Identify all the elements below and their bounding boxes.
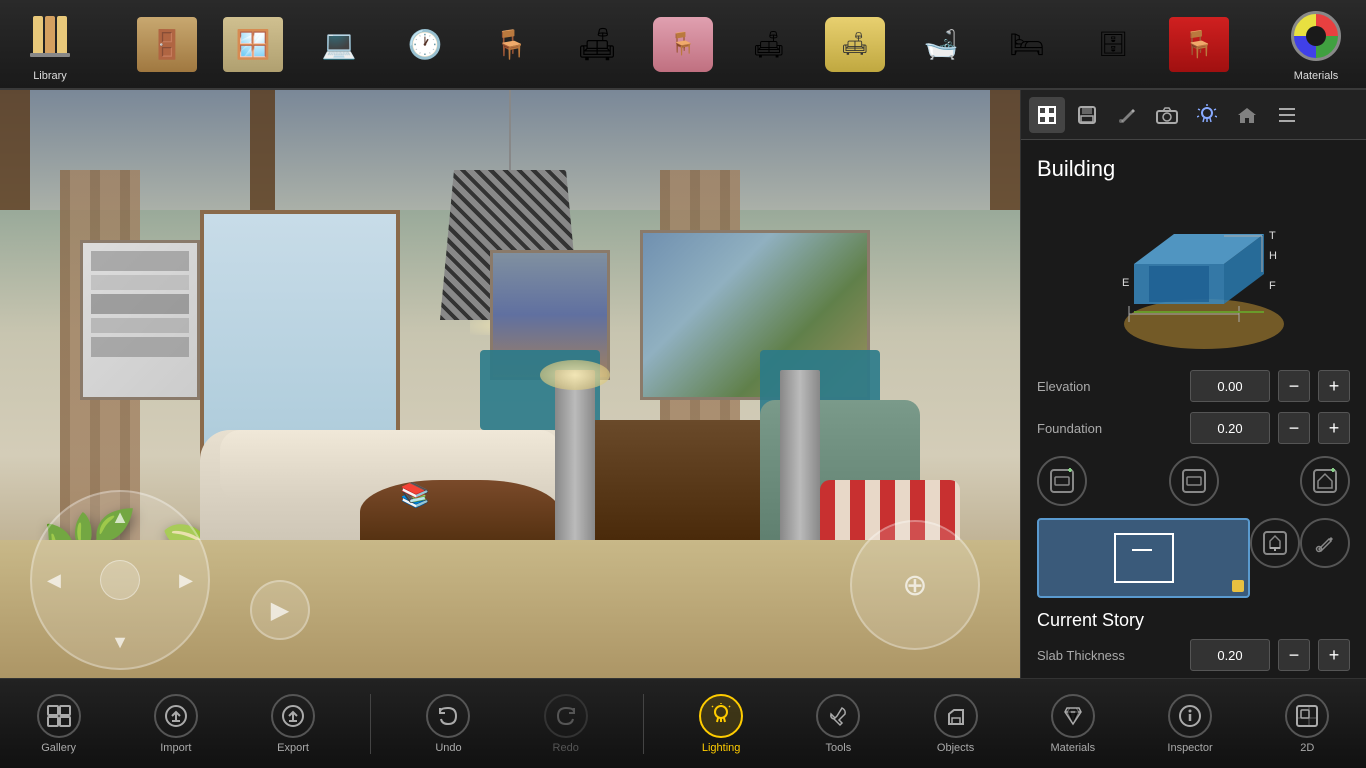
slab-minus[interactable]: − bbox=[1278, 639, 1310, 671]
materials-bottom-button[interactable]: Materials bbox=[1033, 694, 1113, 754]
elevation-value[interactable]: 0.00 bbox=[1190, 370, 1270, 402]
panel-toolbar bbox=[1021, 90, 1366, 140]
svg-text:H: H bbox=[1269, 250, 1277, 262]
tool-paint[interactable] bbox=[1109, 97, 1145, 133]
bottom-bar: Gallery Import Export bbox=[0, 678, 1366, 768]
floor-lamp-left-shade bbox=[540, 360, 610, 390]
inspector-button[interactable]: Inspector bbox=[1150, 694, 1230, 754]
furniture-bathtub[interactable]: 🛁 bbox=[901, 9, 981, 79]
export-icon bbox=[271, 694, 315, 738]
navigation-joystick[interactable]: ▲ ▼ ◀ ▶ bbox=[30, 490, 210, 670]
foundation-minus[interactable]: − bbox=[1278, 412, 1310, 444]
elevation-row: Elevation 0.00 − + bbox=[1037, 370, 1350, 402]
slab-plus[interactable]: + bbox=[1318, 639, 1350, 671]
tool-camera[interactable] bbox=[1149, 97, 1185, 133]
top-bar: Library 🚪 🪟 💻 🕐 🪑 🛋 🪑 🛋 🛋 bbox=[0, 0, 1366, 90]
right-panel: Building T H E F bbox=[1020, 90, 1366, 700]
redo-button[interactable]: Redo bbox=[526, 694, 606, 754]
furniture-shelf: 🚪 🪟 💻 🕐 🪑 🛋 🪑 🛋 🛋 🛁 🛏 bbox=[90, 9, 1276, 79]
furniture-chair-red[interactable]: 🪑 bbox=[471, 9, 551, 79]
object-action-buttons-2 bbox=[1037, 518, 1350, 598]
lighting-button[interactable]: Lighting bbox=[681, 694, 761, 754]
current-story-title: Current Story bbox=[1037, 610, 1350, 631]
foundation-label: Foundation bbox=[1037, 421, 1182, 436]
tool-home[interactable] bbox=[1229, 97, 1265, 133]
building-title: Building bbox=[1037, 156, 1350, 182]
foundation-plus[interactable]: + bbox=[1318, 412, 1350, 444]
floor-select-button[interactable] bbox=[1169, 456, 1219, 506]
furniture-bed[interactable]: 🛏 bbox=[987, 9, 1067, 79]
objects-button[interactable]: Objects bbox=[916, 694, 996, 754]
tool-save[interactable] bbox=[1069, 97, 1105, 133]
slab-thickness-value[interactable]: 0.20 bbox=[1190, 639, 1270, 671]
foundation-row: Foundation 0.20 − + bbox=[1037, 412, 1350, 444]
materials-bottom-icon bbox=[1051, 694, 1095, 738]
add-floor-button[interactable] bbox=[1037, 456, 1087, 506]
import-button[interactable]: Import bbox=[136, 694, 216, 754]
furniture-chair-pink[interactable]: 🪑 bbox=[643, 9, 723, 79]
furniture-laptop[interactable]: 💻 bbox=[299, 9, 379, 79]
books: 📚 bbox=[400, 481, 430, 510]
tools-icon bbox=[816, 694, 860, 738]
objects-icon bbox=[934, 694, 978, 738]
2d-icon bbox=[1285, 694, 1329, 738]
forward-button[interactable]: ▶ bbox=[250, 580, 310, 640]
slab-thickness-label: Slab Thickness bbox=[1037, 648, 1182, 663]
gallery-icon bbox=[37, 694, 81, 738]
tools-button[interactable]: Tools bbox=[798, 694, 878, 754]
furniture-armchair-yellow[interactable]: 🛋 bbox=[557, 9, 637, 79]
furniture-door[interactable]: 🚪 bbox=[127, 9, 207, 79]
rotation-control[interactable]: ⊕ bbox=[850, 520, 980, 650]
divider-2 bbox=[643, 694, 644, 754]
export-button[interactable]: Export bbox=[253, 694, 333, 754]
lighting-icon bbox=[699, 694, 743, 738]
library-button[interactable]: Library bbox=[10, 6, 90, 82]
2d-button[interactable]: 2D bbox=[1267, 694, 1347, 754]
artwork-left bbox=[80, 240, 200, 400]
svg-text:E: E bbox=[1122, 277, 1129, 289]
inspector-icon bbox=[1168, 694, 1212, 738]
redo-icon bbox=[544, 694, 588, 738]
import-icon bbox=[154, 694, 198, 738]
furniture-sofa-pink[interactable]: 🛋 bbox=[729, 9, 809, 79]
floor-plan-thumbnail[interactable] bbox=[1037, 518, 1250, 598]
stamp-button[interactable] bbox=[1250, 518, 1300, 568]
divider-1 bbox=[370, 694, 371, 754]
svg-text:F: F bbox=[1269, 280, 1276, 292]
undo-icon bbox=[426, 694, 470, 738]
furniture-clock[interactable]: 🕐 bbox=[385, 9, 465, 79]
furniture-chair2[interactable]: 🪑 bbox=[1159, 9, 1239, 79]
elevation-minus[interactable]: − bbox=[1278, 370, 1310, 402]
furniture-dresser[interactable]: 🗄 bbox=[1073, 9, 1153, 79]
tool-light[interactable] bbox=[1189, 97, 1225, 133]
materials-button[interactable]: Materials bbox=[1276, 6, 1356, 82]
building-section: Building T H E F bbox=[1021, 140, 1366, 695]
tool-list[interactable] bbox=[1269, 97, 1305, 133]
elevation-label: Elevation bbox=[1037, 379, 1182, 394]
paint-room-button[interactable] bbox=[1300, 518, 1350, 568]
gallery-button[interactable]: Gallery bbox=[19, 694, 99, 754]
object-action-buttons bbox=[1037, 456, 1350, 506]
add-room-button[interactable] bbox=[1300, 456, 1350, 506]
furniture-window[interactable]: 🪟 bbox=[213, 9, 293, 79]
furniture-bench-yellow[interactable]: 🛋 bbox=[815, 9, 895, 79]
building-diagram: T H E F bbox=[1094, 194, 1294, 354]
foundation-value[interactable]: 0.20 bbox=[1190, 412, 1270, 444]
svg-text:T: T bbox=[1269, 230, 1276, 242]
elevation-plus[interactable]: + bbox=[1318, 370, 1350, 402]
3d-viewport[interactable]: 🌿 🌱 🌻 🏺 📚 ▲ ▼ ◀ ▶ ▶ ⊕ bbox=[0, 90, 1020, 700]
slab-thickness-row: Slab Thickness 0.20 − + bbox=[1037, 639, 1350, 671]
tool-select[interactable] bbox=[1029, 97, 1065, 133]
undo-button[interactable]: Undo bbox=[408, 694, 488, 754]
